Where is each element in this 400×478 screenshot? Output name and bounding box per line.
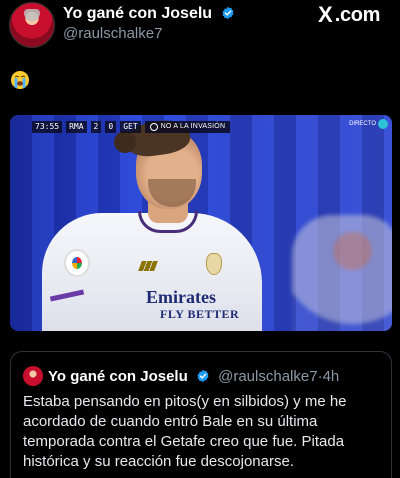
away-score: 0: [105, 121, 117, 133]
var-notice-text: NO A LA INVASIÓN: [160, 123, 226, 130]
shirt-sponsor-tagline: FLY BETTER: [160, 307, 240, 321]
club-crest-icon: [206, 253, 222, 275]
away-team: GET: [120, 121, 141, 133]
quoted-post-card[interactable]: Yo gané con Joselu @raulschalke7·4h Esta…: [10, 351, 392, 478]
var-notice: NO A LA INVASIÓN: [144, 121, 231, 133]
home-score: 2: [90, 121, 102, 133]
quoted-timestamp[interactable]: 4h: [323, 368, 340, 385]
author-avatar[interactable]: [9, 2, 55, 48]
x-com-logo: X .com: [318, 2, 381, 27]
shirt-sponsor: Emirates: [146, 287, 216, 307]
author-handle[interactable]: @raulschalke7: [63, 25, 162, 42]
channel-logo-icon: [378, 119, 388, 129]
match-clock: 73:55: [32, 121, 63, 133]
loudly-crying-face-emoji-icon: [11, 71, 29, 89]
league-badge-icon: [64, 249, 90, 277]
author-name[interactable]: Yo gané con Joselu: [63, 5, 212, 22]
quoted-author-row[interactable]: Yo gané con Joselu @raulschalke7·4h: [48, 368, 339, 385]
author-name-row[interactable]: Yo gané con Joselu: [63, 5, 235, 23]
var-circle-icon: [149, 123, 158, 131]
background-player: [292, 215, 392, 331]
quoted-post-text: Estaba pensando en pitos(y en silbidos) …: [23, 393, 347, 470]
home-team: RMA: [66, 121, 87, 133]
verified-badge-icon: [222, 6, 234, 20]
scorebug: 73:55 RMA 2 0 GET NO A LA INVASIÓN: [32, 121, 231, 133]
quoted-author-avatar[interactable]: [23, 366, 43, 386]
x-logo-icon: X: [318, 2, 333, 27]
video-media[interactable]: Emirates FLY BETTER 73:55 RMA 2 0 GET NO…: [10, 115, 392, 331]
quoted-verified-badge-icon: [197, 369, 209, 383]
player-hair-bun: [114, 131, 136, 153]
live-label: DIRECTO: [349, 121, 376, 127]
quoted-author-name[interactable]: Yo gané con Joselu: [48, 368, 188, 385]
x-logo-text: .com: [334, 3, 381, 26]
quoted-author-handle[interactable]: @raulschalke7: [218, 368, 317, 385]
